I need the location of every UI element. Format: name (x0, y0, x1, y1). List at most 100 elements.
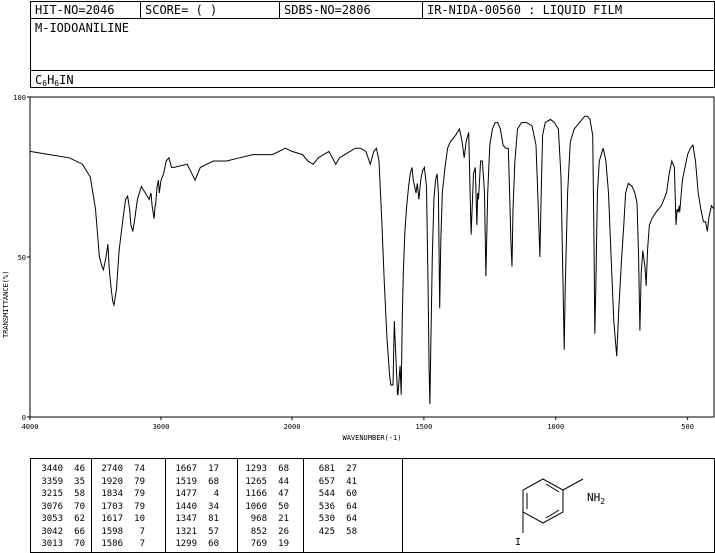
ir-method: IR-NIDA-00560 : LIQUID FILM (427, 3, 623, 17)
peak-wavenumber: 3359 (41, 476, 63, 487)
peak-transmittance: 35 (74, 476, 85, 487)
peak-transmittance: 62 (74, 514, 85, 524)
peak-transmittance: 64 (346, 501, 357, 512)
peak-wavenumber: 1293 (245, 464, 267, 474)
peak-row: 544 60 (307, 488, 357, 501)
peak-row: 2740 74 (95, 463, 145, 476)
peak-wavenumber: 1321 (175, 526, 197, 537)
peak-wavenumber: 1703 (101, 501, 123, 512)
peak-transmittance: 58 (74, 489, 85, 499)
peak-transmittance: 41 (346, 476, 357, 487)
x-tick-label: 3000 (153, 423, 170, 431)
peak-wavenumber: 852 (250, 526, 267, 537)
bottom-panel: 3440 46 3359 35 3215 58 3076 70 3053 62 3042 66 3013… (30, 458, 715, 553)
peak-row: 1321 57 (169, 526, 219, 539)
peak-row: 1586 7 (95, 538, 145, 551)
peak-wavenumber: 536 (318, 501, 335, 512)
molecular-structure: NH2 I (515, 478, 605, 548)
peak-transmittance: 60 (208, 539, 219, 549)
peak-row: 3440 46 (35, 463, 85, 476)
peak-row: 1265 44 (239, 476, 289, 489)
peak-column-4: 1293 68 1265 44 1166 47 1060 50 968 21 852 26 769 19 (239, 463, 289, 551)
peak-transmittance: 50 (278, 501, 289, 512)
peak-wavenumber: 544 (318, 489, 335, 499)
peak-transmittance: 60 (346, 489, 357, 499)
peak-transmittance: 19 (278, 539, 289, 549)
peak-wavenumber: 681 (318, 464, 335, 474)
peak-transmittance: 21 (278, 514, 289, 524)
peak-wavenumber: 1598 (101, 526, 123, 537)
x-tick-label: 500 (681, 423, 694, 431)
peak-wavenumber: 1519 (175, 476, 197, 487)
peak-row: 1293 68 (239, 463, 289, 476)
peak-table: 3440 46 3359 35 3215 58 3076 70 3053 62 3042 66 3013… (31, 459, 403, 553)
peak-row: 1598 7 (95, 526, 145, 539)
compound-name: M-IODOANILINE (35, 21, 129, 35)
peak-wavenumber: 968 (250, 514, 267, 524)
peak-wavenumber: 1347 (175, 514, 197, 524)
peak-wavenumber: 1586 (101, 539, 123, 549)
peak-wavenumber: 3440 (41, 464, 63, 474)
peak-transmittance: 79 (134, 489, 145, 499)
peak-column-3: 1667 17 1519 68 1477 4 1440 34 1347 81 1321 57 1299 6… (169, 463, 219, 551)
x-tick-label: 1500 (415, 423, 432, 431)
peak-row: 1519 68 (169, 476, 219, 489)
peak-column-divider (165, 459, 166, 553)
peak-wavenumber: 3013 (41, 539, 63, 549)
peak-column-divider (237, 459, 238, 553)
transmittance-series-line (29, 115, 715, 405)
x-tick-label: 2000 (284, 423, 301, 431)
benzene-ring (522, 478, 564, 524)
formula-box: C6H6IN (30, 70, 715, 88)
peak-row: 1920 79 (95, 476, 145, 489)
peak-row: 1060 50 (239, 501, 289, 514)
peak-transmittance: 68 (208, 476, 219, 487)
peak-transmittance: 46 (74, 464, 85, 474)
ring-double-bond (545, 509, 560, 519)
peak-row: 3215 58 (35, 488, 85, 501)
peak-transmittance: 10 (134, 514, 145, 524)
y-axis-label: TRANSMITTANCE(%) (2, 271, 10, 338)
iodine-label: I (515, 537, 521, 548)
score-field: SCORE= ( ) (141, 2, 280, 19)
peak-row: 425 58 (307, 526, 357, 539)
compound-name-box: M-IODOANILINE (30, 18, 715, 71)
y-tick-label: 50 (18, 254, 26, 262)
peak-wavenumber: 425 (318, 526, 335, 537)
peak-transmittance: 70 (74, 501, 85, 512)
peak-column-2: 2740 74 1920 79 1834 79 1703 79 1617 10 1598 7 1586 7 (95, 463, 145, 551)
peak-transmittance: 4 (213, 489, 219, 499)
peak-transmittance: 79 (134, 501, 145, 512)
peak-row: 769 19 (239, 538, 289, 551)
peak-transmittance: 26 (278, 526, 289, 537)
peak-transmittance: 47 (278, 489, 289, 499)
peak-row: 1703 79 (95, 501, 145, 514)
x-tick-label: 4000 (22, 423, 39, 431)
peak-wavenumber: 3215 (41, 489, 63, 499)
peak-wavenumber: 1617 (101, 514, 123, 524)
hit-number: HIT-NO=2046 (31, 2, 141, 19)
peak-wavenumber: 1920 (101, 476, 123, 487)
peak-row: 1617 10 (95, 513, 145, 526)
peak-wavenumber: 1667 (175, 464, 197, 474)
peak-wavenumber: 3053 (41, 514, 63, 524)
peak-row: 968 21 (239, 513, 289, 526)
header-bar: HIT-NO=2046 SCORE= ( ) SDBS-NO=2806 IR-N… (30, 1, 715, 19)
x-tick-label: 1000 (547, 423, 564, 431)
peak-transmittance: 66 (74, 526, 85, 537)
peak-transmittance: 58 (346, 526, 357, 537)
peak-wavenumber: 657 (318, 476, 335, 487)
peak-row: 1166 47 (239, 488, 289, 501)
peak-transmittance: 79 (134, 476, 145, 487)
peak-row: 530 64 (307, 513, 357, 526)
peak-row: 3076 70 (35, 501, 85, 514)
peak-wavenumber: 2740 (101, 464, 123, 474)
x-axis: 4000 3000 2000 1500 1000 500 (22, 417, 694, 431)
peak-transmittance: 27 (346, 464, 357, 474)
peak-row: 3053 62 (35, 513, 85, 526)
peak-column-1: 3440 46 3359 35 3215 58 3076 70 3053 62 3042 66 3013… (35, 463, 85, 551)
y-axis: 100 50 0 (13, 94, 30, 422)
peak-transmittance: 68 (278, 464, 289, 474)
peak-row: 681 27 (307, 463, 357, 476)
amine-bond (562, 478, 584, 491)
